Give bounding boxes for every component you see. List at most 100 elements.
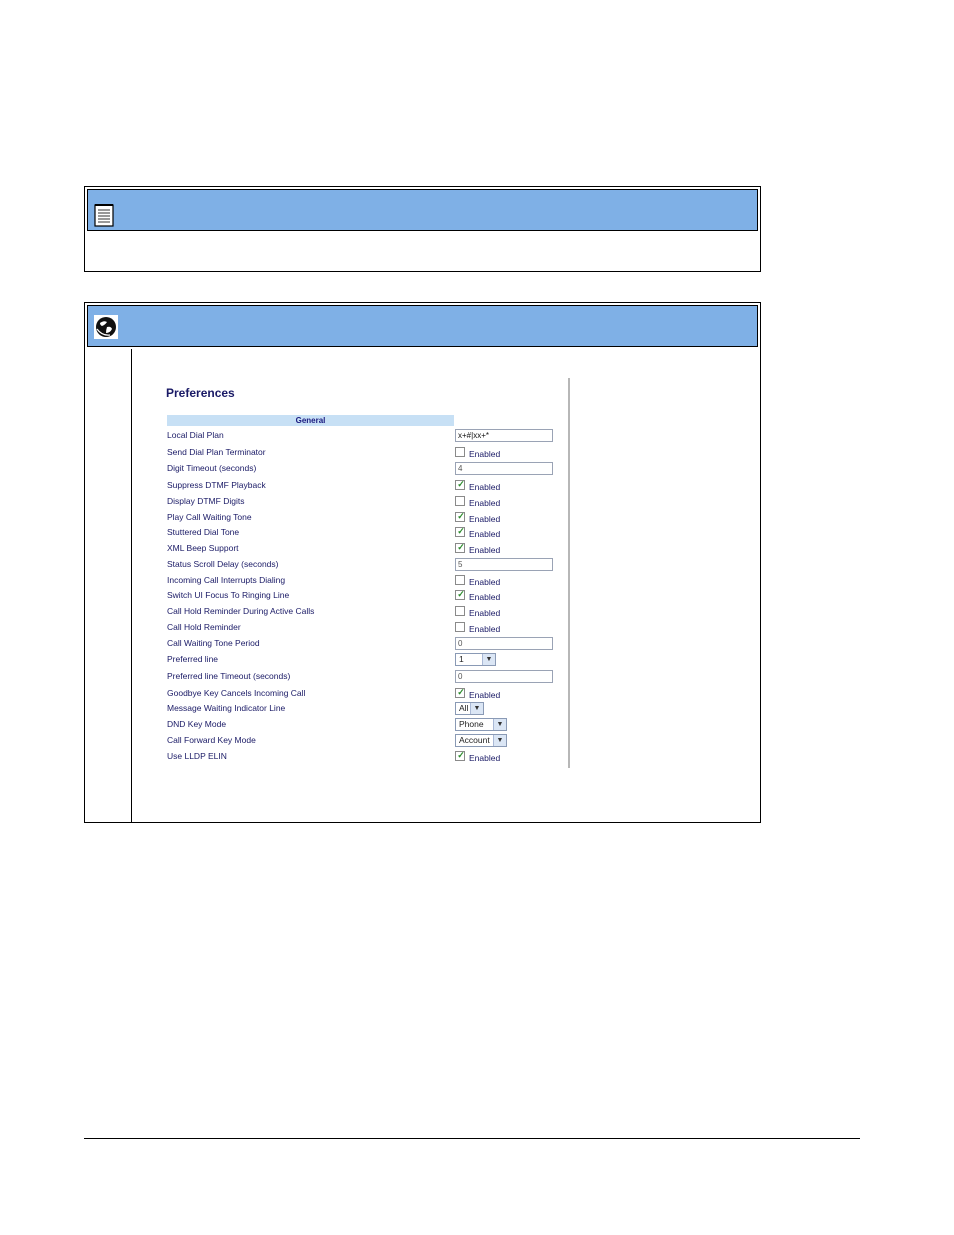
- section-header-general: General: [167, 415, 454, 426]
- enabled-label: Enabled: [469, 608, 501, 618]
- row-use-lldp-elin: Use LLDP ELIN ✓ Enabled: [167, 750, 567, 764]
- field-control: 5: [455, 558, 553, 571]
- select-value: Account: [459, 735, 490, 745]
- step-column: [85, 349, 132, 822]
- note-header: [87, 189, 758, 231]
- field-label: Send Dial Plan Terminator: [167, 447, 266, 457]
- field-label: DND Key Mode: [167, 719, 227, 729]
- switch-ui-focus-to-ringing-line-checkbox[interactable]: ✓: [455, 589, 465, 600]
- row-call-forward-key-mode: Call Forward Key Mode Account ▼: [167, 734, 567, 748]
- preferred-line-select[interactable]: 1 ▼: [455, 653, 496, 666]
- digit-timeout-seconds-input[interactable]: 4: [455, 462, 553, 475]
- status-scroll-delay-seconds-input[interactable]: 5: [455, 558, 553, 571]
- enabled-label: Enabled: [469, 498, 501, 508]
- preferred-line-timeout-seconds-input[interactable]: 0: [455, 670, 553, 683]
- row-preferred-line: Preferred line 1 ▼: [167, 653, 567, 667]
- check-icon: ✓: [457, 589, 465, 599]
- call-waiting-tone-period-input[interactable]: 0: [455, 637, 553, 650]
- suppress-dtmf-playback-checkbox[interactable]: ✓: [455, 479, 465, 490]
- row-message-waiting-indicator-line: Message Waiting Indicator Line All ▼: [167, 702, 567, 716]
- display-dtmf-digits-checkbox[interactable]: [455, 496, 465, 506]
- enabled-label: Enabled: [469, 529, 501, 539]
- row-incoming-call-interrupts-dialing: Incoming Call Interrupts Dialing Enabled: [167, 574, 567, 588]
- row-suppress-dtmf-playback: Suppress DTMF Playback ✓ Enabled: [167, 479, 567, 493]
- row-local-dial-plan: Local Dial Plan x+#|xx+*: [167, 429, 567, 443]
- row-play-call-waiting-tone: Play Call Waiting Tone ✓ Enabled: [167, 511, 567, 525]
- field-label: Incoming Call Interrupts Dialing: [167, 575, 286, 585]
- call-hold-reminder-during-active-calls-checkbox[interactable]: [455, 606, 465, 616]
- field-label: Goodbye Key Cancels Incoming Call: [167, 688, 306, 698]
- check-icon: ✓: [457, 479, 465, 489]
- goodbye-key-cancels-incoming-call-checkbox[interactable]: ✓: [455, 687, 465, 698]
- field-label: Switch UI Focus To Ringing Line: [167, 590, 290, 600]
- field-label: Status Scroll Delay (seconds): [167, 559, 279, 569]
- note-icon: [94, 204, 114, 227]
- enabled-label: Enabled: [469, 592, 501, 602]
- enabled-label: Enabled: [469, 449, 501, 459]
- row-preferred-line-timeout-seconds: Preferred line Timeout (seconds) 0: [167, 670, 567, 684]
- row-xml-beep-support: XML Beep Support ✓ Enabled: [167, 542, 567, 556]
- call-forward-key-mode-select[interactable]: Account ▼: [455, 734, 507, 747]
- play-call-waiting-tone-checkbox[interactable]: ✓: [455, 511, 465, 522]
- field-label: Display DTMF Digits: [167, 496, 245, 506]
- check-icon: ✓: [457, 511, 465, 521]
- globe-icon: [94, 315, 118, 339]
- field-label: Play Call Waiting Tone: [167, 512, 252, 522]
- field-label: Call Hold Reminder: [167, 622, 241, 632]
- row-digit-timeout-seconds: Digit Timeout (seconds) 4: [167, 462, 567, 476]
- select-value: 1: [459, 654, 464, 664]
- row-status-scroll-delay-seconds: Status Scroll Delay (seconds) 5: [167, 558, 567, 572]
- panel-divider: [568, 378, 570, 768]
- enabled-label: Enabled: [469, 514, 501, 524]
- field-label: Message Waiting Indicator Line: [167, 703, 286, 713]
- field-label: XML Beep Support: [167, 543, 239, 553]
- row-call-hold-reminder: Call Hold Reminder Enabled: [167, 621, 567, 635]
- check-icon: ✓: [457, 687, 465, 697]
- field-label: Use LLDP ELIN: [167, 751, 227, 761]
- enabled-label: Enabled: [469, 577, 501, 587]
- dnd-key-mode-select[interactable]: Phone ▼: [455, 718, 507, 731]
- select-value: All: [459, 703, 469, 713]
- note-box: [84, 186, 761, 272]
- page-title: Preferences: [166, 386, 235, 400]
- field-label: Call Waiting Tone Period: [167, 638, 260, 648]
- local-dial-plan-input[interactable]: x+#|xx+*: [455, 429, 553, 442]
- enabled-label: Enabled: [469, 545, 501, 555]
- field-label: Suppress DTMF Playback: [167, 480, 266, 490]
- row-display-dtmf-digits: Display DTMF Digits Enabled: [167, 495, 567, 509]
- footer-rule: [84, 1138, 860, 1139]
- field-control: x+#|xx+*: [455, 429, 553, 442]
- field-control: 0: [455, 670, 553, 683]
- row-dnd-key-mode: DND Key Mode Phone ▼: [167, 718, 567, 732]
- call-hold-reminder-checkbox[interactable]: [455, 622, 465, 632]
- field-label: Local Dial Plan: [167, 430, 224, 440]
- field-control: 4: [455, 462, 553, 475]
- row-call-hold-reminder-during-active-calls: Call Hold Reminder During Active Calls En…: [167, 605, 567, 619]
- message-waiting-indicator-line-select[interactable]: All ▼: [455, 702, 484, 715]
- row-switch-ui-focus-to-ringing-line: Switch UI Focus To Ringing Line ✓ Enabled: [167, 589, 567, 603]
- row-call-waiting-tone-period: Call Waiting Tone Period 0: [167, 637, 567, 651]
- enabled-label: Enabled: [469, 690, 501, 700]
- enabled-label: Enabled: [469, 624, 501, 634]
- use-lldp-elin-checkbox[interactable]: ✓: [455, 750, 465, 761]
- select-value: Phone: [459, 719, 484, 729]
- xml-beep-support-checkbox[interactable]: ✓: [455, 542, 465, 553]
- field-label: Call Forward Key Mode: [167, 735, 256, 745]
- chevron-down-icon[interactable]: ▼: [482, 654, 495, 665]
- incoming-call-interrupts-dialing-checkbox[interactable]: [455, 575, 465, 585]
- row-goodbye-key-cancels-incoming-call: Goodbye Key Cancels Incoming Call ✓ Enable…: [167, 687, 567, 701]
- chevron-down-icon[interactable]: ▼: [470, 703, 483, 714]
- field-label: Preferred line Timeout (seconds): [167, 671, 291, 681]
- field-label: Preferred line: [167, 654, 219, 664]
- field-label: Stuttered Dial Tone: [167, 527, 240, 537]
- stuttered-dial-tone-checkbox[interactable]: ✓: [455, 526, 465, 537]
- web-ui-header: [87, 305, 758, 347]
- check-icon: ✓: [457, 542, 465, 552]
- row-stuttered-dial-tone: Stuttered Dial Tone ✓ Enabled: [167, 526, 567, 540]
- send-dial-plan-terminator-checkbox[interactable]: [455, 447, 465, 457]
- row-send-dial-plan-terminator: Send Dial Plan Terminator Enabled: [167, 446, 567, 460]
- enabled-label: Enabled: [469, 482, 501, 492]
- chevron-down-icon[interactable]: ▼: [493, 719, 506, 730]
- check-icon: ✓: [457, 526, 465, 536]
- chevron-down-icon[interactable]: ▼: [493, 735, 506, 746]
